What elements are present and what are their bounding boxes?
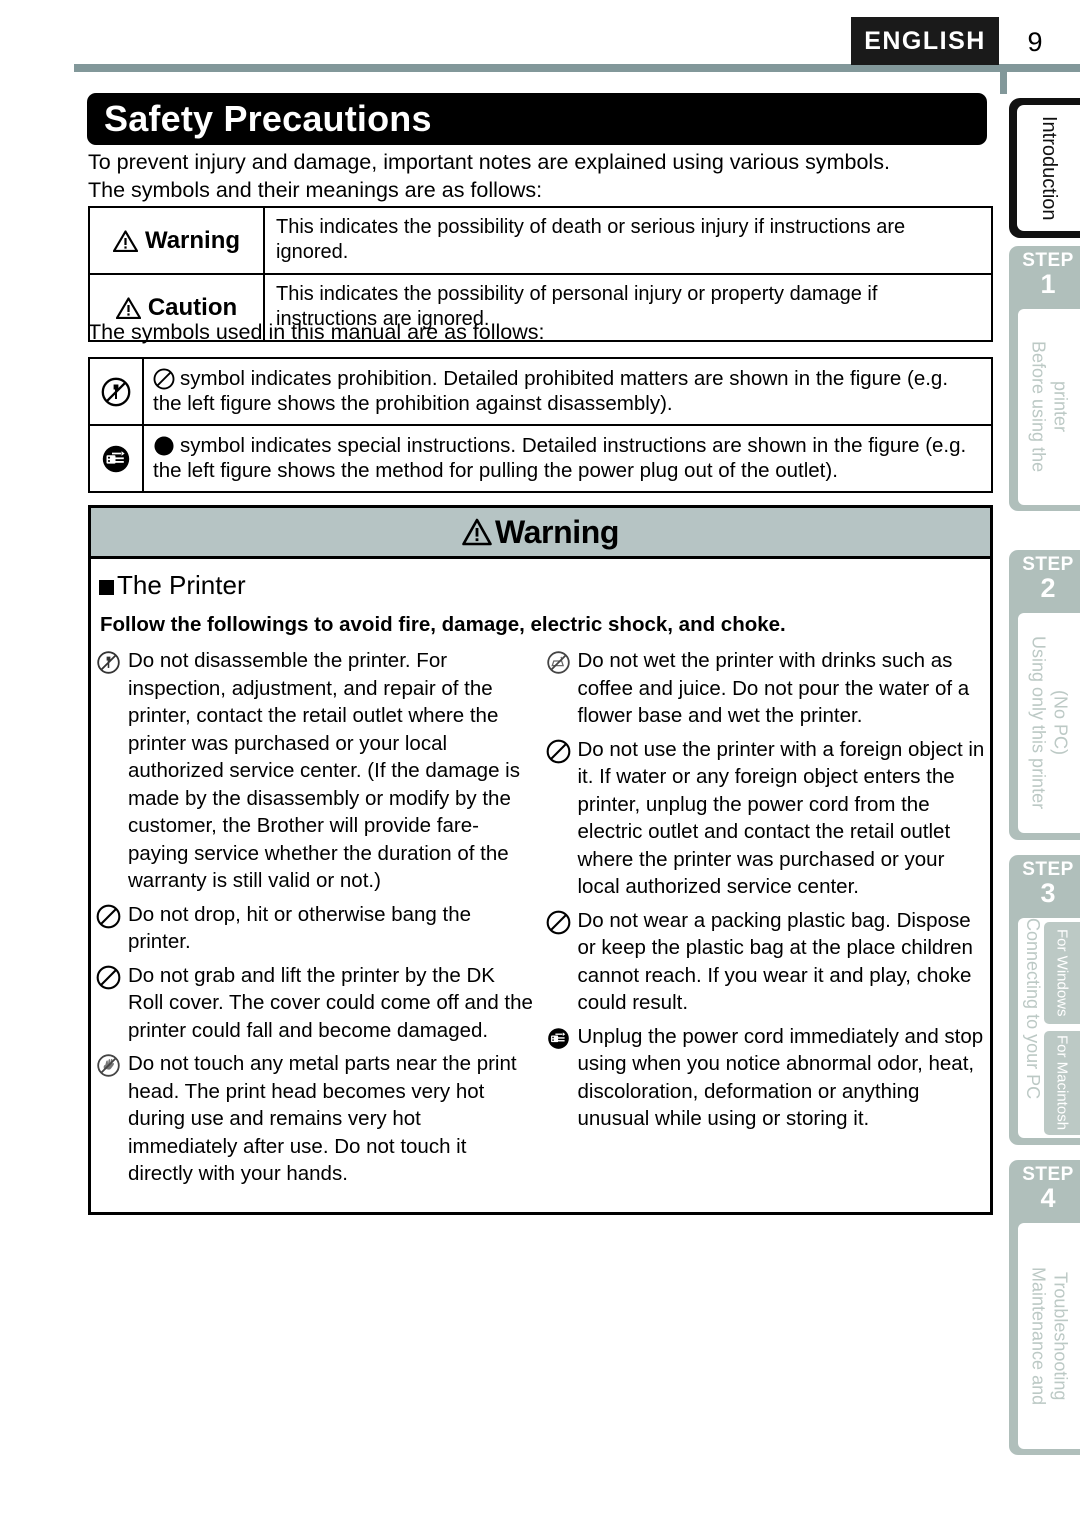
filled-circle-icon [153, 435, 175, 457]
warning-description: This indicates the possibility of death … [276, 216, 906, 263]
list-item-text: Do not disassemble the printer. For insp… [128, 649, 520, 892]
symbols-intro-text: The symbols used in this manual are as f… [88, 320, 545, 344]
list-item-text: Do not drop, hit or otherwise bang the p… [128, 902, 472, 954]
sidebar-step-word: STEP [1022, 250, 1074, 271]
page-number: 9 [1027, 26, 1043, 57]
sidebar-subtab-label: For Macintosh [1053, 1035, 1071, 1131]
section-heading: The Printer [91, 559, 990, 601]
list-item-text: Unplug the power cord immediately and st… [577, 1024, 984, 1131]
page-title: Safety Precautions [87, 93, 987, 145]
no-liquid-icon [546, 647, 578, 730]
bullet-square-icon [99, 579, 114, 595]
prohibition-legend-description: symbol indicates prohibition. Detailed p… [144, 359, 991, 424]
warning-label-text: Warning [144, 226, 241, 254]
list-item: Do not drop, hit or otherwise bang the p… [96, 901, 535, 956]
list-item: Unplug the power cord immediately and st… [546, 1023, 986, 1133]
symbol-legend-table: symbol indicates prohibition. Detailed p… [88, 357, 993, 493]
unplug-power-plug-icon [546, 1023, 578, 1133]
table-row: symbol indicates special instructions. D… [90, 426, 991, 491]
sidebar-item-step-3[interactable]: STEP 3 Connecting to your PC For Windows… [1009, 855, 1080, 1145]
section-subheading: Follow the followings to avoid fire, dam… [100, 613, 786, 636]
table-row: symbol indicates prohibition. Detailed p… [90, 359, 991, 426]
sidebar-step-number: 2 [1040, 573, 1056, 603]
sidebar-item-label: Maintenance and [1028, 1266, 1049, 1406]
sidebar-item-label-2: Troubleshooting [1050, 1271, 1071, 1401]
list-item: Do not grab and lift the printer by the … [96, 962, 535, 1045]
intro-line-2: The symbols and their meanings are as fo… [88, 178, 543, 202]
sidebar-subtab-for-macintosh[interactable]: For Macintosh [1044, 1031, 1080, 1135]
prohibition-circle-icon [96, 901, 128, 956]
no-disassembly-icon [90, 359, 144, 424]
warning-banner: Warning [91, 508, 990, 559]
sidebar-item-label-2: printer [1050, 381, 1071, 433]
special-instruction-legend-description: symbol indicates special instructions. D… [144, 426, 991, 491]
list-item: Do not wear a packing plastic bag. Dispo… [546, 907, 986, 1017]
sidebar-item-label: Introduction [1038, 115, 1060, 221]
bullet-columns: Do not disassemble the printer. For insp… [91, 637, 990, 1194]
warning-triangle-icon [112, 229, 138, 252]
sidebar-step-word: STEP [1022, 1164, 1074, 1185]
sidebar-item-label: Using only this printer [1028, 636, 1049, 810]
sidebar-item-label-2: (No PC) [1050, 690, 1071, 756]
sidebar-step-word: STEP [1022, 554, 1074, 575]
warning-section: Warning The Printer Follow the following… [88, 505, 993, 1215]
sidebar-item-step-4[interactable]: STEP 4 Maintenance and Troubleshooting [1009, 1160, 1080, 1455]
table-row: Warning This indicates the possibility o… [90, 208, 991, 275]
list-item-text: Do not touch any metal parts near the pr… [128, 1052, 517, 1185]
header-rule-tick [1000, 64, 1007, 94]
sidebar-subtab-for-windows[interactable]: For Windows [1044, 922, 1080, 1024]
bullet-column-left: Do not disassemble the printer. For insp… [96, 647, 541, 1194]
no-disassembly-icon [96, 647, 128, 895]
unplug-power-plug-icon [90, 426, 144, 491]
header-rule [74, 64, 1080, 72]
list-item: Do not disassemble the printer. For insp… [96, 647, 535, 895]
prohibition-circle-icon [96, 962, 128, 1045]
list-item-text: Do not wet the printer with drinks such … [577, 649, 970, 727]
list-item: Do not wet the printer with drinks such … [546, 647, 986, 730]
special-instruction-legend-text: symbol indicates special instructions. D… [153, 434, 967, 482]
intro-paragraph: To prevent injury and damage, important … [88, 148, 993, 204]
list-item-text: Do not use the printer with a foreign ob… [577, 737, 985, 899]
sidebar-step-number: 3 [1040, 878, 1056, 908]
list-item-text: Do not wear a packing plastic bag. Dispo… [577, 908, 973, 1015]
caution-triangle-icon [115, 296, 141, 319]
section-heading-text: The Printer [117, 570, 246, 600]
no-touch-hand-icon [96, 1050, 128, 1188]
prohibition-circle-icon [153, 368, 175, 390]
bullet-column-right: Do not wet the printer with drinks such … [541, 647, 986, 1194]
sidebar-item-label: Connecting to your PC [1023, 918, 1043, 1100]
sidebar-item-step-1[interactable]: STEP 1 Before using the printer [1009, 246, 1080, 511]
list-item-text: Do not grab and lift the printer by the … [128, 963, 533, 1042]
sidebar-step-number: 4 [1040, 1183, 1056, 1213]
sidebar-subtab-label: For Windows [1053, 929, 1071, 1017]
caution-label-text: Caution [147, 293, 238, 321]
sidebar-item-step-2[interactable]: STEP 2 Using only this printer (No PC) [1009, 550, 1080, 840]
sidebar-item-introduction[interactable]: Introduction [1009, 98, 1080, 238]
warning-banner-label: Warning [495, 513, 619, 550]
sidebar-item-label: Before using the [1028, 341, 1049, 473]
warning-label-cell: Warning [90, 208, 265, 273]
intro-line-1: To prevent injury and damage, important … [88, 150, 890, 174]
prohibition-circle-icon [546, 736, 578, 901]
prohibition-legend-text: symbol indicates prohibition. Detailed p… [153, 367, 949, 415]
language-badge: ENGLISH [851, 17, 999, 65]
prohibition-circle-icon [546, 907, 578, 1017]
sidebar-step-number: 1 [1040, 269, 1056, 299]
list-item: Do not use the printer with a foreign ob… [546, 736, 986, 901]
sidebar-step-word: STEP [1022, 859, 1074, 880]
warning-triangle-icon [462, 518, 492, 546]
list-item: Do not touch any metal parts near the pr… [96, 1050, 535, 1188]
